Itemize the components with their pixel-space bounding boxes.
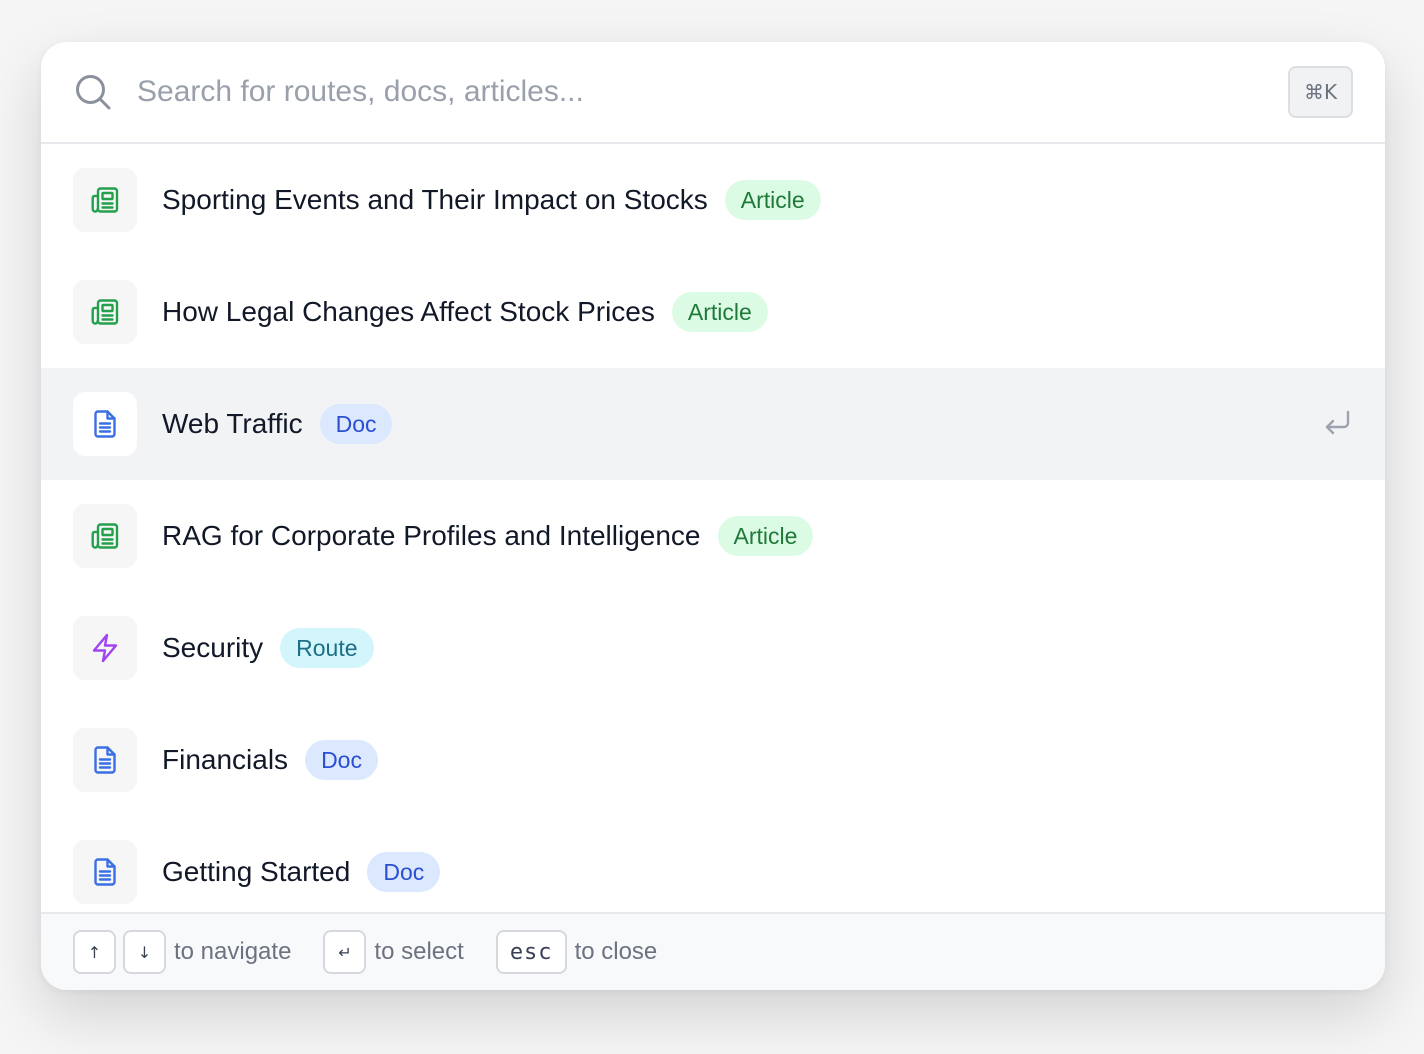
result-title: Web Traffic	[162, 408, 303, 439]
navigate-hint: to navigate	[174, 938, 292, 965]
command-k-shortcut: ⌘K	[1288, 66, 1353, 118]
type-badge: Doc	[319, 404, 393, 444]
results-list: Sporting Events and Their Impact on Stoc…	[41, 144, 1385, 912]
type-badge: Article	[671, 292, 768, 332]
newspaper-icon	[91, 299, 119, 325]
result-title: Getting Started	[162, 856, 351, 887]
result-icon-box	[73, 280, 137, 344]
search-input[interactable]	[137, 75, 1288, 109]
result-icon-box	[73, 504, 137, 568]
esc-key: esc	[495, 930, 567, 974]
keyboard-hints-footer: ↑ ↓ to navigate ↵ to select esc to close	[41, 912, 1385, 990]
arrow-down-key: ↓	[123, 930, 166, 974]
result-item-getting-started[interactable]: Getting Started Doc	[41, 816, 1385, 912]
result-icon-box	[73, 728, 137, 792]
result-title: How Legal Changes Affect Stock Prices	[162, 296, 655, 327]
document-icon	[94, 858, 116, 886]
document-icon	[94, 746, 116, 774]
result-title: RAG for Corporate Profiles and Intellige…	[162, 520, 701, 551]
result-title: Financials	[162, 744, 289, 775]
search-icon	[76, 75, 111, 110]
result-icon-box	[73, 168, 137, 232]
type-badge: Article	[724, 180, 821, 220]
arrow-up-key: ↑	[73, 930, 116, 974]
document-icon	[94, 410, 116, 438]
result-item-rag-corporate[interactable]: RAG for Corporate Profiles and Intellige…	[41, 480, 1385, 592]
enter-key-icon	[1325, 410, 1350, 435]
type-badge: Route	[280, 628, 374, 668]
newspaper-icon	[91, 187, 119, 213]
type-badge: Doc	[367, 852, 441, 892]
enter-key: ↵	[323, 930, 367, 974]
result-title: Sporting Events and Their Impact on Stoc…	[162, 184, 708, 215]
newspaper-icon	[91, 523, 119, 549]
result-item-legal-changes[interactable]: How Legal Changes Affect Stock Prices Ar…	[41, 256, 1385, 368]
result-icon-box	[73, 840, 137, 904]
lightning-bolt-icon	[92, 633, 118, 663]
command-palette: ⌘K Sporting Events and Their Impact on S…	[41, 42, 1385, 990]
select-hint: to select	[374, 938, 464, 965]
result-item-financials[interactable]: Financials Doc	[41, 704, 1385, 816]
type-badge: Doc	[305, 740, 378, 780]
result-item-web-traffic[interactable]: Web Traffic Doc	[41, 368, 1385, 480]
result-title: Security	[162, 632, 264, 663]
type-badge: Article	[717, 516, 814, 556]
search-bar: ⌘K	[41, 42, 1385, 144]
result-item-sporting-events[interactable]: Sporting Events and Their Impact on Stoc…	[41, 144, 1385, 256]
result-icon-box	[73, 392, 137, 456]
result-icon-box	[73, 616, 137, 680]
close-hint: to close	[574, 938, 658, 965]
result-item-security[interactable]: Security Route	[41, 592, 1385, 704]
